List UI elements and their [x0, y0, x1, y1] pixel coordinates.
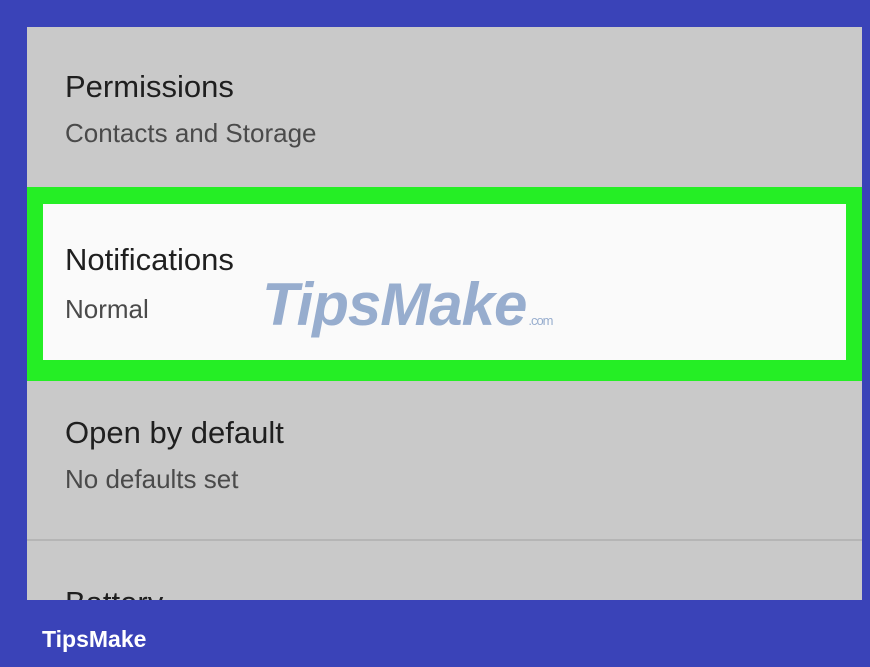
- settings-item-notifications-highlight: Notifications Normal: [27, 187, 862, 381]
- settings-item-permissions[interactable]: Permissions Contacts and Storage: [27, 27, 862, 187]
- notifications-title: Notifications: [65, 242, 234, 277]
- permissions-subtitle: Contacts and Storage: [65, 118, 317, 148]
- app-info-settings-list: Permissions Contacts and Storage Notific…: [27, 27, 862, 600]
- settings-item-notifications[interactable]: Notifications Normal: [43, 204, 846, 360]
- settings-item-open-by-default[interactable]: Open by default No defaults set: [27, 381, 862, 541]
- footer-brand: TipsMake: [42, 626, 147, 652]
- battery-title: Battery: [65, 585, 163, 600]
- open-by-default-title: Open by default: [65, 415, 284, 450]
- permissions-title: Permissions: [65, 69, 234, 104]
- notifications-subtitle: Normal: [65, 294, 149, 324]
- settings-item-battery[interactable]: Battery: [27, 541, 862, 600]
- open-by-default-subtitle: No defaults set: [65, 464, 239, 494]
